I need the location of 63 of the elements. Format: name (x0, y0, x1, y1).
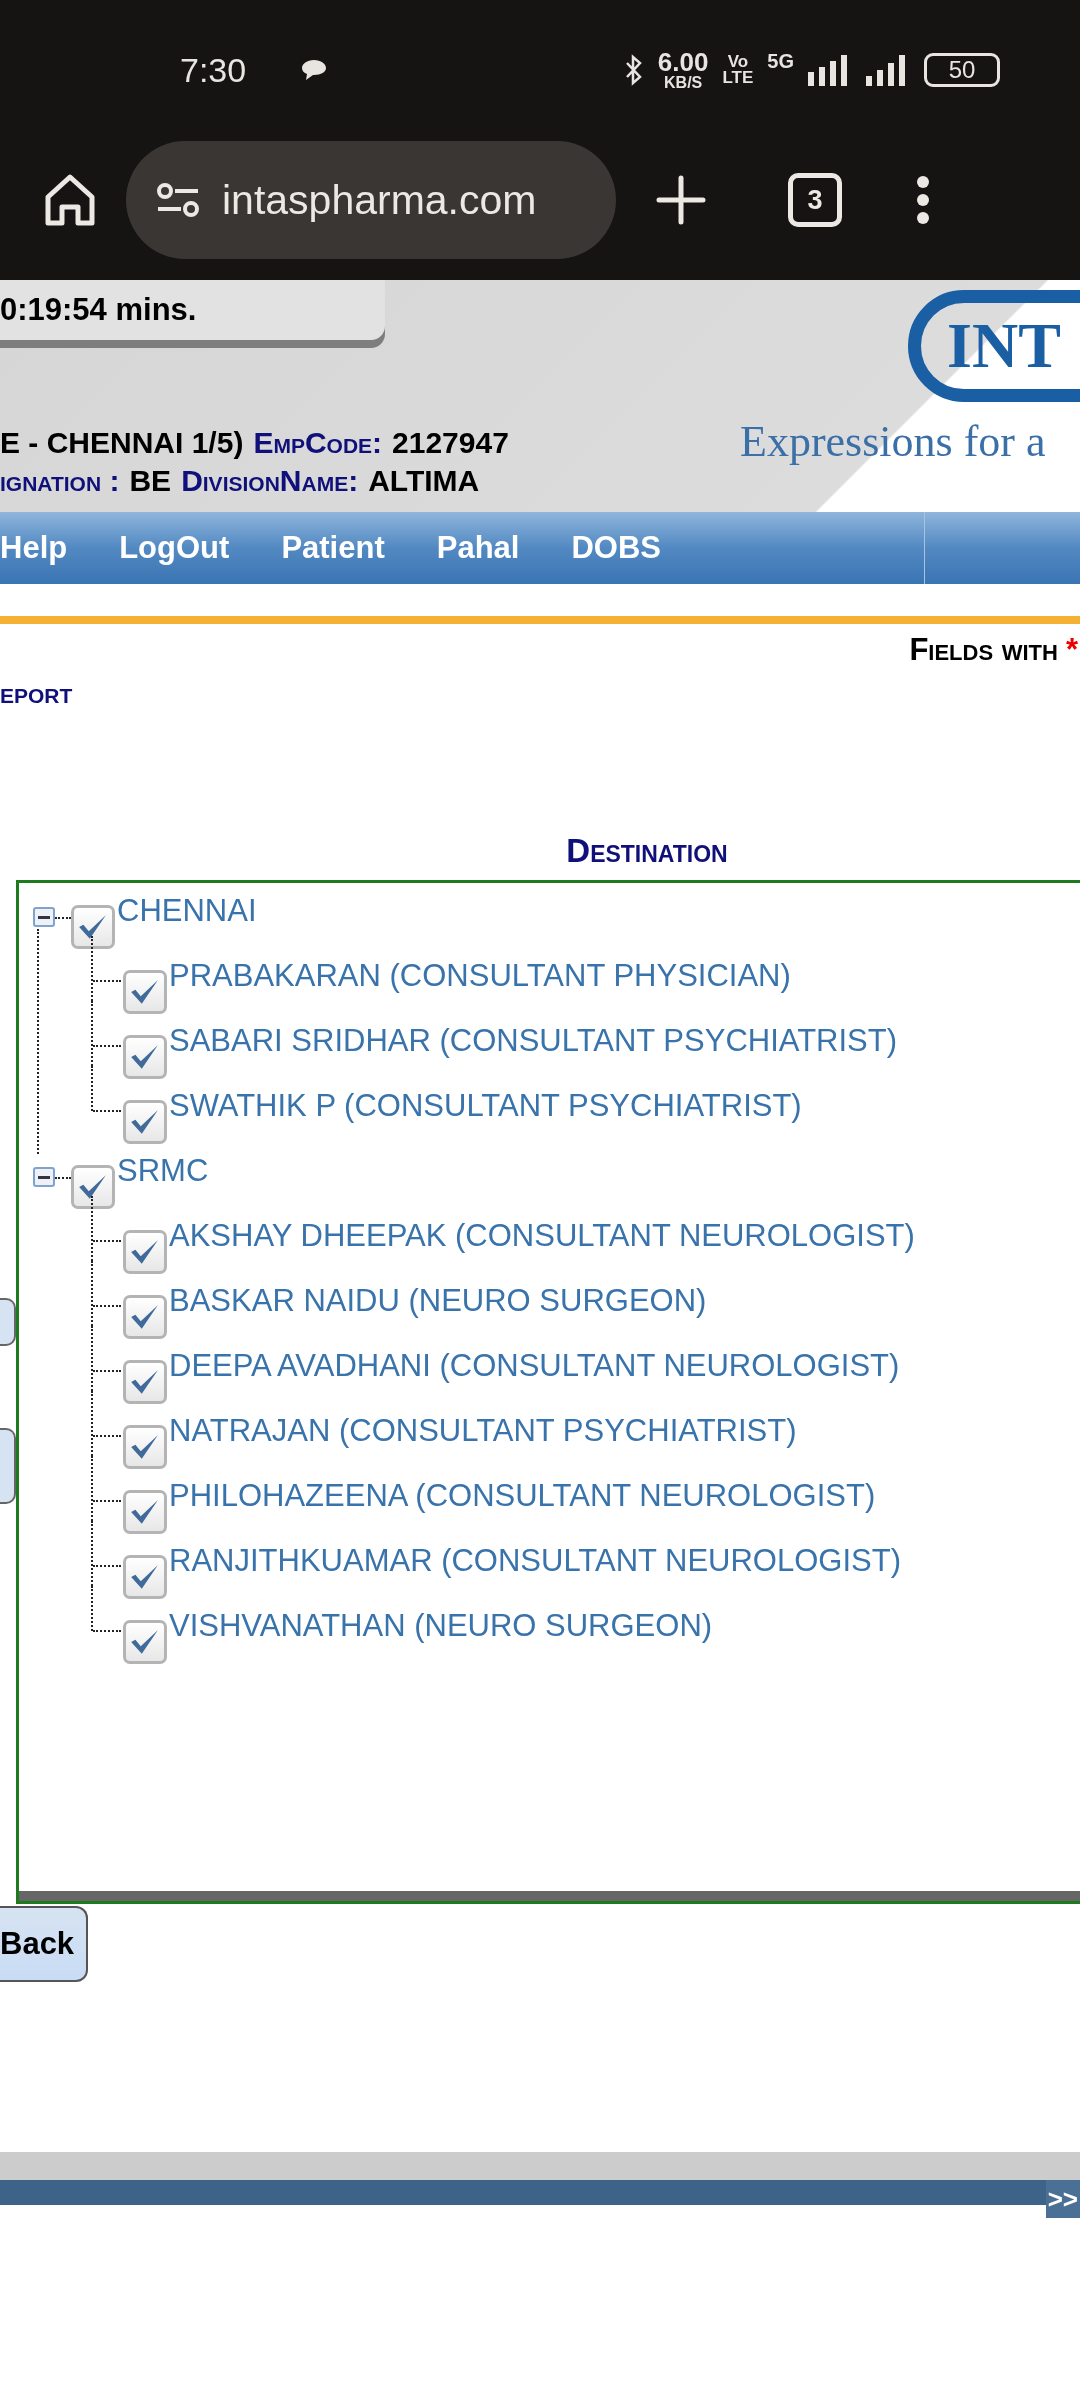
logo-text: INT (947, 309, 1061, 383)
nav-link[interactable]: Patient (281, 530, 385, 566)
tree-item-label[interactable]: DEEPA AVADHANI (CONSULTANT NEUROLOGIST) (169, 1348, 900, 1384)
tree-item-label[interactable]: BASKAR NAIDU (NEURO SURGEON) (169, 1283, 707, 1319)
field-label: EmpCode: (253, 426, 383, 460)
nav-link[interactable]: Help (0, 530, 68, 566)
tree-item-label[interactable]: VISHVANATHAN (NEURO SURGEON) (169, 1608, 713, 1644)
field-label: ignation : (0, 464, 120, 498)
tree-item-label[interactable]: AKSHAY DHEEPAK (CONSULTANT NEUROLOGIST) (169, 1218, 915, 1254)
checkbox[interactable] (123, 1620, 167, 1664)
clock-time: 7:30 (180, 50, 247, 90)
required-mark: * (1065, 632, 1078, 668)
tree-title: Destination (566, 832, 728, 870)
tab-switcher-button[interactable]: 3 (788, 173, 842, 227)
nav-link[interactable]: Pahal (436, 530, 520, 566)
back-button[interactable]: Back (0, 1906, 88, 1982)
next-link[interactable]: >> (1045, 2180, 1080, 2218)
side-button[interactable] (0, 1428, 16, 1504)
section-title: eport (0, 676, 74, 710)
home-button[interactable] (44, 173, 96, 227)
nav-link[interactable]: LogOut (119, 530, 230, 566)
collapse-icon[interactable] (33, 907, 55, 927)
required-fields-note: Fields with (909, 632, 1058, 668)
network-speed: 6.00 KB/S (657, 50, 709, 90)
tree-item-label[interactable]: PHILOHAZEENA (CONSULTANT NEUROLOGIST) (169, 1478, 876, 1514)
battery-level: 50 (924, 53, 1000, 87)
checkbox[interactable] (123, 1425, 167, 1469)
checkbox[interactable] (123, 1295, 167, 1339)
checkbox[interactable] (123, 1490, 167, 1534)
tree-item-label[interactable]: PRABAKARAN (CONSULTANT PHYSICIAN) (169, 958, 791, 994)
tree-item-label[interactable]: SABARI SRIDHAR (CONSULTANT PSYCHIATRIST) (169, 1023, 897, 1059)
checkbox[interactable] (123, 970, 167, 1014)
url-text: intaspharma.com (222, 176, 537, 224)
checkbox[interactable] (123, 1555, 167, 1599)
chat-icon (300, 58, 329, 82)
checkbox[interactable] (123, 1100, 167, 1144)
address-bar[interactable]: intaspharma.com (126, 141, 616, 259)
field-value: BE (129, 464, 172, 498)
tree-group-label[interactable]: SRMC (117, 1153, 209, 1189)
field-value: ALTIMA (368, 464, 480, 498)
nav-link[interactable]: DOBS (571, 530, 662, 566)
checkbox[interactable] (123, 1230, 167, 1274)
tree-item-label[interactable]: RANJITHKUAMAR (CONSULTANT NEUROLOGIST) (169, 1543, 901, 1579)
tree-item-label[interactable]: NATRAJAN (CONSULTANT PSYCHIATRIST) (169, 1413, 797, 1449)
tree-item-label[interactable]: SWATHIK P (CONSULTANT PSYCHIATRIST) (169, 1088, 802, 1124)
field-value: E - CHENNAI 1/5) (0, 426, 244, 460)
field-value: 2127947 (392, 426, 509, 460)
site-settings-icon (156, 182, 200, 218)
bluetooth-icon (623, 54, 644, 86)
new-tab-button[interactable] (656, 175, 706, 225)
field-label: DivisionName: (181, 464, 359, 498)
scrollbar[interactable] (19, 1891, 1080, 1901)
checkbox[interactable] (71, 905, 115, 949)
tree-group-label[interactable]: CHENNAI (117, 893, 257, 929)
checkbox[interactable] (123, 1035, 167, 1079)
volte-indicator: Vo LTE (722, 53, 754, 87)
collapse-icon[interactable] (33, 1167, 55, 1187)
logo-tagline: Expressions for a (740, 416, 1047, 467)
network-type: 5G (767, 50, 794, 74)
side-button[interactable] (0, 1298, 16, 1346)
checkbox[interactable] (123, 1360, 167, 1404)
menu-button[interactable] (916, 175, 930, 225)
checkbox[interactable] (71, 1165, 115, 1209)
